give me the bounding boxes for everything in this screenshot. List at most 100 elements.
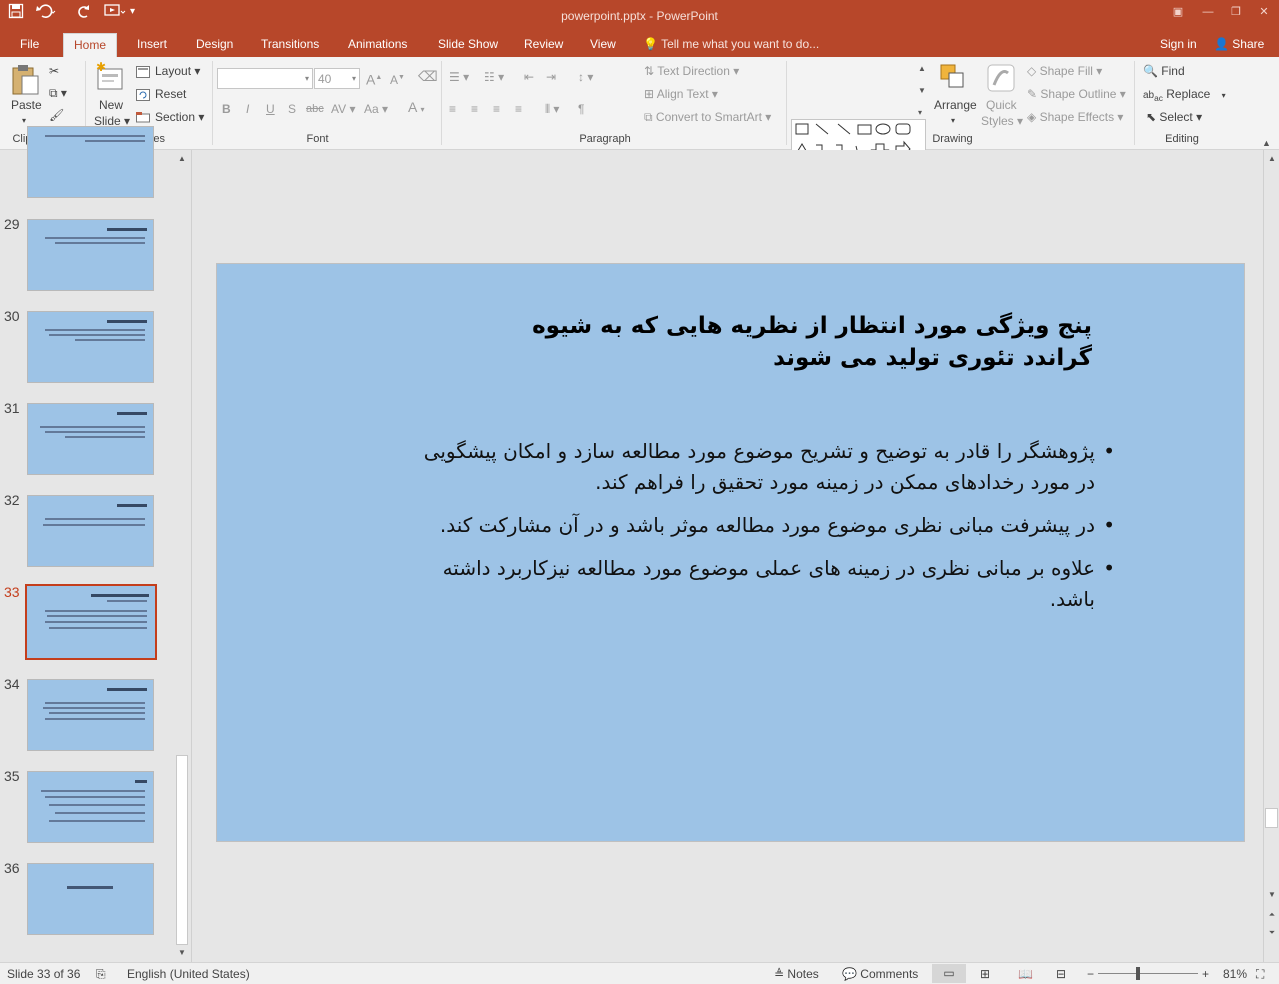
slide-thumbnail[interactable] [27, 311, 154, 383]
shape-outline-button[interactable]: ✎ Shape Outline ▾ [1027, 86, 1126, 102]
justify-icon[interactable]: ≡ [515, 101, 522, 117]
scroll-up-icon[interactable]: ▲ [175, 152, 189, 166]
clear-formatting-icon[interactable]: ⌫ [418, 68, 438, 84]
slide-body[interactable]: پژوهشگر را قادر به توضیح و تشریح موضوع م… [407, 436, 1115, 627]
tab-transitions[interactable]: Transitions [251, 33, 329, 57]
format-painter-icon[interactable]: 🖌 [49, 107, 64, 123]
share-button[interactable]: 👤 Share [1204, 33, 1274, 57]
slide-thumbnail-selected[interactable] [25, 584, 157, 660]
collapse-ribbon-icon[interactable]: ▲ [1262, 135, 1271, 151]
paste-label[interactable]: Paste [11, 97, 42, 113]
arrange-dropdown-icon[interactable]: ▾ [951, 113, 955, 129]
zoom-level[interactable]: 81% [1223, 967, 1247, 981]
arrange-icon[interactable] [939, 63, 971, 95]
shapes-scroll-down-icon[interactable]: ▼ [918, 83, 926, 99]
cut-icon[interactable]: ✂ [49, 63, 59, 79]
tab-insert[interactable]: Insert [127, 33, 177, 57]
italic-icon[interactable]: I [246, 101, 249, 117]
minimize-icon[interactable]: — [1196, 4, 1220, 20]
shrink-font-icon[interactable]: A▼ [390, 70, 405, 88]
zoom-out-icon[interactable]: − [1087, 967, 1094, 981]
slide-thumbnail[interactable] [27, 863, 154, 935]
shape-fill-button[interactable]: ◇ Shape Fill ▾ [1027, 63, 1102, 79]
slide-scroll-thumb[interactable] [1265, 808, 1278, 828]
slide-sorter-icon[interactable]: ⊞ [980, 967, 990, 981]
notes-button[interactable]: ≜ Notes [774, 967, 819, 981]
line-spacing-icon[interactable]: ↕ ▾ [578, 69, 593, 85]
section-button[interactable]: Section ▾ [136, 109, 204, 126]
quick-styles-label-2[interactable]: Styles ▾ [981, 113, 1023, 129]
select-button[interactable]: ⬉ Select ▾ [1146, 109, 1202, 125]
slide-thumbnail-pane[interactable]: 29 30 31 32 33 34 35 36 [0, 126, 192, 962]
tab-file[interactable]: File [10, 33, 49, 57]
arrange-label[interactable]: Arrange [934, 97, 977, 113]
slide-thumbnail[interactable] [27, 126, 154, 198]
zoom-slider-thumb[interactable] [1136, 967, 1140, 980]
font-color-icon[interactable]: A ▾ [408, 99, 424, 118]
align-left-icon[interactable]: ≡ [449, 101, 456, 117]
thumbnail-scrollbar[interactable]: ▲ ▼ [175, 150, 189, 962]
fit-to-window-icon[interactable]: ⛶ [1256, 967, 1264, 982]
slide-thumbnail[interactable] [27, 219, 154, 291]
find-button[interactable]: 🔍 Find [1143, 63, 1185, 79]
normal-view-icon[interactable]: ▭ [932, 964, 966, 983]
sign-in-link[interactable]: Sign in [1150, 33, 1207, 57]
bullets-icon[interactable]: ☰ ▾ [449, 69, 469, 85]
numbering-icon[interactable]: ☷ ▾ [484, 69, 504, 85]
reset-button[interactable]: Reset [136, 86, 186, 103]
shape-effects-button[interactable]: ◈ Shape Effects ▾ [1027, 109, 1123, 125]
new-slide-label[interactable]: New [99, 97, 123, 113]
strikethrough-icon[interactable]: abc [306, 101, 324, 117]
columns-icon[interactable]: ⫴ ▾ [545, 101, 559, 117]
font-size-dropdown-icon[interactable]: ▾ [352, 71, 356, 87]
slide-thumbnail[interactable] [27, 771, 154, 843]
slide-thumbnail[interactable] [27, 679, 154, 751]
close-icon[interactable]: ✕ [1252, 4, 1276, 20]
language-indicator[interactable]: English (United States) [127, 967, 250, 981]
comments-button[interactable]: 💬 Comments [842, 967, 918, 981]
align-text-button[interactable]: ⊞ Align Text ▾ [644, 86, 718, 102]
quick-styles-label[interactable]: Quick [986, 97, 1017, 113]
align-right-icon[interactable]: ≡ [493, 101, 500, 117]
replace-button[interactable]: abac Replace ▾ [1143, 86, 1226, 106]
reading-view-icon[interactable]: 📖 [1018, 967, 1033, 981]
spell-check-icon[interactable]: ⎘ [96, 967, 106, 982]
thumbnail-scroll-thumb[interactable] [176, 755, 188, 945]
quick-styles-icon[interactable] [986, 63, 1018, 95]
font-size-combo[interactable]: 40 ▾ [314, 68, 360, 89]
restore-icon[interactable]: ❐ [1224, 4, 1248, 20]
bold-icon[interactable]: B [222, 101, 231, 117]
shapes-more-icon[interactable]: ▾ [918, 105, 922, 121]
rtl-icon[interactable]: ¶ [578, 101, 584, 117]
decrease-indent-icon[interactable]: ⇤ [524, 69, 534, 85]
slide-canvas[interactable]: پنج ویژگی مورد انتظار از نظریه هایی که ب… [216, 263, 1245, 842]
convert-smartart-button[interactable]: ⧉ Convert to SmartArt ▾ [644, 109, 771, 125]
font-name-dropdown-icon[interactable]: ▾ [305, 71, 309, 87]
previous-slide-icon[interactable]: ⏶ [1265, 908, 1279, 922]
layout-button[interactable]: Layout ▾ [136, 63, 200, 80]
tab-home[interactable]: Home [63, 33, 118, 57]
tab-review[interactable]: Review [514, 33, 573, 57]
slide-title[interactable]: پنج ویژگی مورد انتظار از نظریه هایی که ب… [327, 310, 1092, 374]
text-direction-button[interactable]: ⇅ Text Direction ▾ [644, 63, 739, 79]
scroll-up-icon[interactable]: ▲ [1265, 152, 1279, 166]
change-case-icon[interactable]: Aa ▾ [364, 101, 388, 117]
font-name-combo[interactable]: ▾ [217, 68, 313, 89]
tell-me-box[interactable]: 💡 Tell me what you want to do... [643, 33, 819, 57]
ribbon-display-options-icon[interactable]: ▣ [1166, 4, 1190, 20]
new-slide-icon[interactable]: ✱ [95, 60, 127, 93]
character-spacing-icon[interactable]: AV ▾ [331, 101, 355, 117]
tab-slide-show[interactable]: Slide Show [428, 33, 508, 57]
tab-design[interactable]: Design [186, 33, 243, 57]
next-slide-icon[interactable]: ⏷ [1265, 926, 1279, 940]
scroll-down-icon[interactable]: ▼ [1265, 888, 1279, 902]
slide-show-icon[interactable]: ⊟ [1056, 967, 1066, 981]
slide-scrollbar[interactable]: ▲ ▼ ⏶ ⏷ [1263, 150, 1279, 962]
scroll-down-icon[interactable]: ▼ [175, 946, 189, 960]
shapes-scroll-up-icon[interactable]: ▲ [918, 61, 926, 77]
paste-icon[interactable] [9, 62, 41, 95]
zoom-slider-track[interactable] [1098, 973, 1198, 974]
shadow-icon[interactable]: S [288, 101, 296, 117]
tab-view[interactable]: View [580, 33, 626, 57]
grow-font-icon[interactable]: A▲ [366, 70, 382, 88]
